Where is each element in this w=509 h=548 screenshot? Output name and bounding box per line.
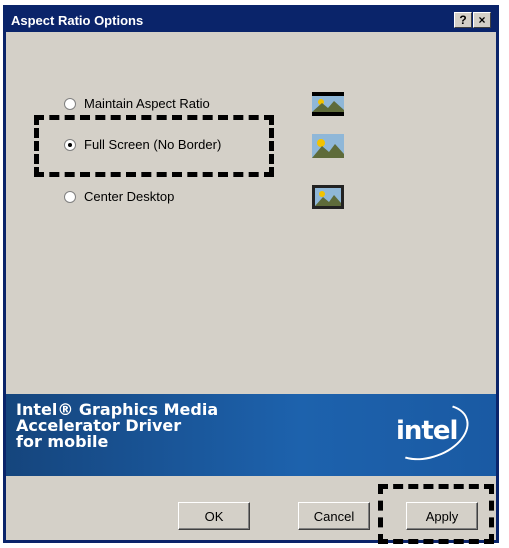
banner-text: Intel® Graphics Media Accelerator Driver… [16,402,218,450]
intel-logo-text: intel [396,416,458,446]
intel-logo: intel [381,393,477,471]
aspect-ratio-dialog: Aspect Ratio Options ? × Maintain Aspect… [3,5,499,544]
banner-line-3: for mobile [16,432,109,451]
focus-highlight [34,115,274,177]
dialog-title: Aspect Ratio Options [11,13,144,28]
center-desktop-radio[interactable] [64,190,76,203]
center-desktop-thumbnail-icon [312,185,344,209]
center-desktop-label: Center Desktop [84,189,175,204]
cancel-button[interactable]: Cancel [298,502,370,530]
help-button[interactable]: ? [454,12,472,28]
close-button[interactable]: × [473,12,491,28]
full-screen-thumbnail-icon [312,134,344,158]
maintain-aspect-ratio-radio[interactable] [64,97,76,110]
option-center-desktop[interactable]: Center Desktop [64,189,174,204]
title-bar[interactable]: Aspect Ratio Options ? × [6,8,496,32]
maintain-aspect-thumbnail-icon [312,92,344,116]
intel-banner: Intel® Graphics Media Accelerator Driver… [6,393,496,476]
option-maintain-aspect-ratio[interactable]: Maintain Aspect Ratio [64,96,210,111]
ok-button[interactable]: OK [178,502,250,530]
maintain-aspect-ratio-label: Maintain Aspect Ratio [84,96,210,111]
apply-focus-highlight [378,484,494,544]
